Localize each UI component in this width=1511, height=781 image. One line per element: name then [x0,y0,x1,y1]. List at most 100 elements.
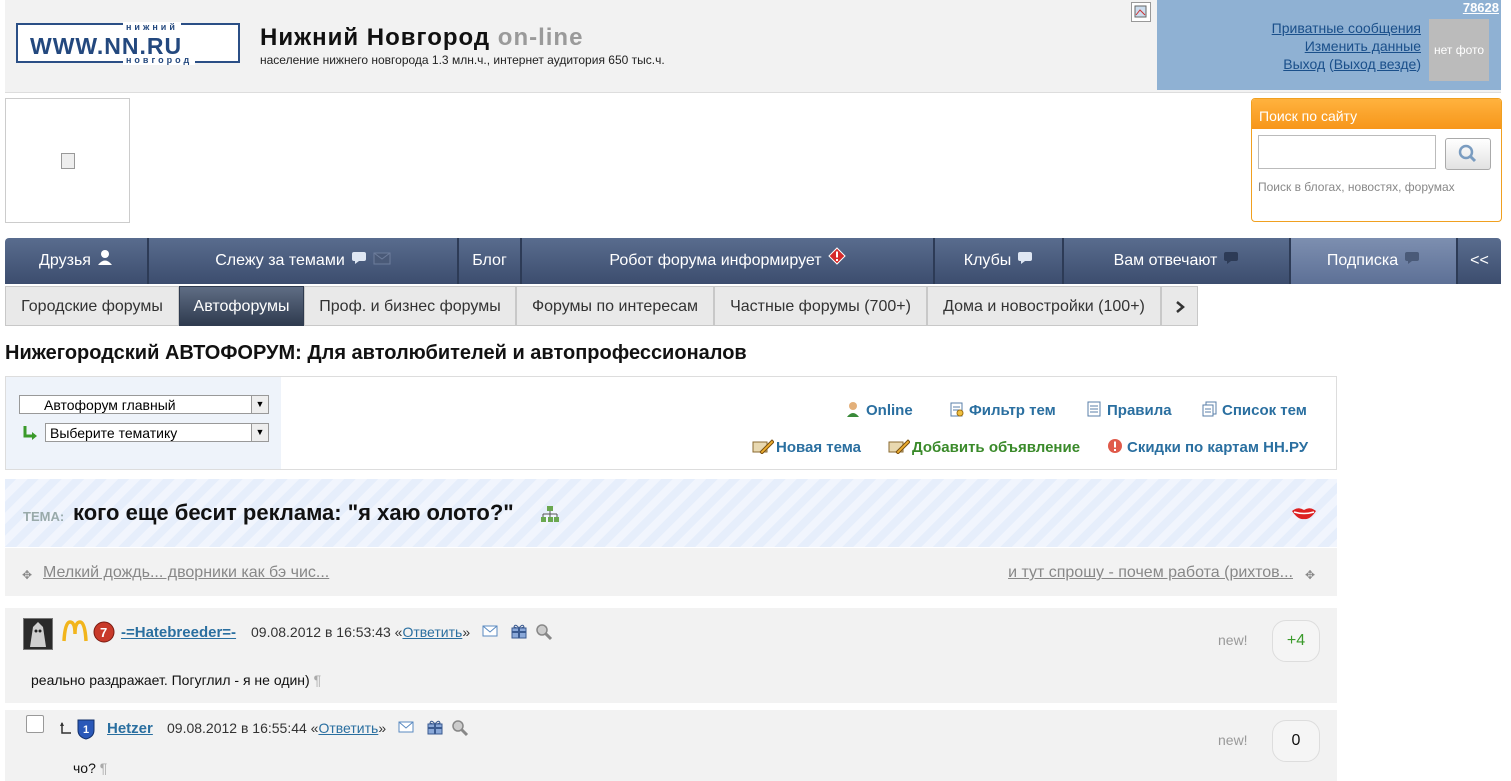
post-text: чо? ¶ [73,760,107,776]
logout-everywhere-link[interactable]: Выход везде [1334,56,1417,72]
online-label: Online [866,402,913,419]
post-rating[interactable]: 0 [1272,720,1320,762]
topic-header: ТЕМА: кого еще бесит реклама: "я хаю оло… [5,479,1337,547]
post-rating[interactable]: +4 [1272,620,1320,662]
site-search: Поиск по сайту Поиск в блогах, новостях,… [1251,98,1502,222]
avatar[interactable]: нет фото [1429,19,1489,81]
nav-watched-topics[interactable]: Слежу за темами [149,238,459,284]
post-author[interactable]: Hetzer [107,720,153,737]
nav-subscription-label: Подписка [1326,252,1399,270]
page-title: Нижегородский АВТОФОРУМ: Для автолюбител… [5,342,747,364]
svg-text:7: 7 [100,625,107,640]
site-logo[interactable]: нижний WWW.NN.RU новгород [16,22,240,65]
online-link[interactable]: Online [846,401,913,419]
mail-icon[interactable] [398,720,414,736]
nav-friends-label: Друзья [39,252,91,270]
comment-icon [351,238,367,284]
tab-private-forums[interactable]: Частные форумы (700+) [714,286,927,326]
site-title-online: on-line [497,24,584,51]
nav-replies[interactable]: Вам отвечают [1064,238,1291,284]
user-online-icon [846,401,860,417]
nav-clubs-label: Клубы [963,252,1012,270]
forum-select[interactable]: Автофорум главный ▼ [19,395,269,414]
topic-navigation: ✥ Мелкий дождь... дворники как бэ чис...… [5,548,1337,596]
chevron-down-icon: ▼ [251,396,268,413]
forum-toolbar: Автофорум главный ▼ Выберите тематику ▼ … [5,376,1337,470]
gift-icon[interactable] [511,623,527,642]
topic-title: кого еще бесит реклама: "я хаю олото?" [73,500,514,525]
alert-icon [1107,438,1122,454]
tab-interest-forums[interactable]: Форумы по интересам [516,286,714,326]
logout-link[interactable]: Выход [1283,56,1325,72]
post-author[interactable]: -=Hatebreeder=- [121,624,236,641]
tab-city-forums[interactable]: Городские форумы [5,286,179,326]
tab-houses-forums[interactable]: Дома и новостройки (100+) [927,286,1161,326]
tab-auto-forums[interactable]: Автофорумы [179,286,304,326]
edit-profile-link[interactable]: Изменить данные [1305,38,1421,54]
site-title-main: Нижний Новгород [260,24,491,51]
post-date: 09.08.2012 в 16:55:44 « [167,720,319,736]
pencil-icon [752,438,775,455]
pilcrow-icon: ¶ [313,672,322,688]
reply-link[interactable]: Ответить [318,720,378,736]
forum-selectors: Автофорум главный ▼ Выберите тематику ▼ [6,377,281,469]
mail-icon[interactable] [482,624,498,640]
reply-link[interactable]: Ответить [402,624,462,640]
new-topic-link[interactable]: Новая тема [752,438,861,456]
user-links: Приватные сообщения Изменить данные Выхо… [1271,20,1421,72]
nav-replies-label: Вам отвечают [1113,252,1218,270]
nav-blog[interactable]: Блог [459,238,522,284]
user-id-link[interactable]: 78628 [1463,0,1499,15]
post-date: 09.08.2012 в 16:53:43 « [251,624,403,640]
comment-icon [1017,238,1033,284]
filter-topics-link[interactable]: Фильтр тем [949,401,1056,419]
nav-collapse[interactable]: << [1458,238,1501,284]
search-title: Поиск по сайту [1252,99,1501,129]
main-nav: Друзья Слежу за темами Блог Робот форума… [5,238,1501,284]
post-text-content: реально раздражает. Погуглил - я не один… [31,672,310,688]
search-button[interactable] [1445,138,1491,170]
topic-category-select[interactable]: Выберите тематику ▼ [45,423,269,442]
post-meta: 09.08.2012 в 16:53:43 «Ответить» [251,624,471,640]
reply-arrow-icon [59,721,73,738]
add-ad-link[interactable]: Добавить объявление [888,438,1080,456]
chevron-right-icon [1175,300,1185,313]
magnifier-icon[interactable] [451,719,469,740]
topic-list-link[interactable]: Список тем [1202,401,1307,419]
new-badge: new! [1218,732,1248,748]
nav-clubs[interactable]: Клубы [935,238,1064,284]
warning-icon [827,238,846,284]
green-arrow-icon [22,424,38,447]
next-topic-link[interactable]: и тут спрошу - почем работа (рихтов... [1008,564,1293,582]
avatar[interactable] [23,618,53,650]
gift-icon[interactable] [427,719,443,738]
broken-image-icon [1131,2,1151,22]
tree-view-icon[interactable] [540,505,560,523]
filter-label: Фильтр тем [969,402,1056,419]
filter-icon [949,401,964,417]
nav-friends[interactable]: Друзья [5,238,149,284]
banner-placeholder[interactable] [5,98,130,223]
mail-icon [373,238,391,284]
avatar[interactable] [26,715,44,733]
magnifier-icon[interactable] [535,623,553,644]
private-messages-link[interactable]: Приватные сообщения [1272,20,1421,36]
search-input[interactable] [1258,135,1436,169]
comment-icon [1404,238,1420,284]
search-icon [1458,144,1477,163]
nav-watched-label: Слежу за темами [215,252,345,270]
previous-topic-link[interactable]: Мелкий дождь... дворники как бэ чис... [43,564,329,582]
logo-bottom-text: новгород [123,55,196,65]
nav-subscription[interactable]: Подписка [1291,238,1458,284]
site-title: Нижний Новгород on-line [260,24,583,52]
tabs-more-button[interactable] [1161,286,1198,326]
tab-business-forums[interactable]: Проф. и бизнес форумы [304,286,516,326]
discounts-link[interactable]: Скидки по картам НН.РУ [1107,438,1308,456]
lips-icon[interactable] [1291,505,1317,526]
nav-forum-robot[interactable]: Робот форума информирует [522,238,935,284]
post-text-content: чо? [73,760,96,776]
shield-badge-icon: 1 [76,718,96,743]
rules-link[interactable]: Правила [1087,401,1172,419]
pilcrow-icon: ¶ [99,760,108,776]
post-text: реально раздражает. Погуглил - я не один… [31,672,321,688]
